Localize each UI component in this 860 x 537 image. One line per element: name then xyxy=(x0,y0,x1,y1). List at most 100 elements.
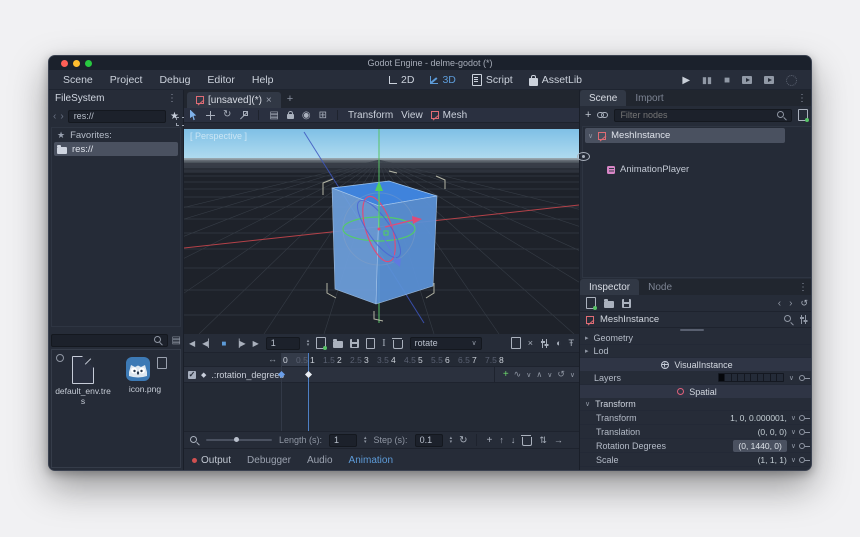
filter-properties-icon[interactable] xyxy=(784,315,793,324)
timeline-ruler[interactable]: ↔ 0 0.5 1 1.5 2 2.5 3 3.5 4 4.5 5 5.5 6 … xyxy=(184,353,579,367)
layers-grid-widget[interactable] xyxy=(717,373,784,382)
tab-audio[interactable]: Audio xyxy=(307,455,333,466)
nav-forward-button[interactable]: › xyxy=(60,111,63,122)
group-selected-button[interactable]: ◉ xyxy=(302,110,311,121)
interpolation-mode-button[interactable]: ∿ xyxy=(514,369,522,380)
workspace-3d-button[interactable]: 3D xyxy=(430,74,456,86)
move-track-up-button[interactable]: ↑ xyxy=(499,435,504,445)
stop-button[interactable]: ■ xyxy=(724,75,730,86)
workspace-2d-button[interactable]: 2D xyxy=(389,74,414,86)
list-select-button[interactable]: ▤ xyxy=(269,110,278,121)
anim-play-button[interactable]: ▶ xyxy=(253,339,259,348)
key-icon[interactable] xyxy=(799,442,810,449)
key-icon[interactable] xyxy=(799,414,810,421)
workspace-script-button[interactable]: Script xyxy=(471,74,513,86)
pin-panel-button[interactable]: Ŧ xyxy=(569,338,575,348)
workspace-assetlib-button[interactable]: AssetLib xyxy=(528,74,582,86)
pause-button[interactable]: ▮▮ xyxy=(702,75,712,86)
tab-scene[interactable]: Scene xyxy=(580,90,627,106)
file-list-view-toggle[interactable]: ▤ xyxy=(172,335,181,346)
animation-name-dropdown[interactable]: rotate ∨ xyxy=(409,336,482,350)
viewport-3d[interactable]: [ Perspective ] xyxy=(184,123,579,334)
scene-tab-unsaved[interactable]: [unsaved](*) × xyxy=(187,92,281,108)
loop-mode-button[interactable]: ↺ xyxy=(557,369,565,380)
menu-debug[interactable]: Debug xyxy=(159,74,190,86)
delete-animation-button[interactable] xyxy=(391,337,403,349)
section-transform[interactable]: ∨ Transform xyxy=(580,398,811,411)
value-dropdown[interactable]: ∨ xyxy=(791,456,796,464)
scene-dock-menu-button[interactable]: ⋮ xyxy=(797,93,807,104)
select-tool-button[interactable] xyxy=(190,109,197,121)
tab-node[interactable]: Node xyxy=(639,279,681,295)
lock-selected-button[interactable] xyxy=(286,110,294,120)
key-icon[interactable] xyxy=(799,456,810,463)
attach-script-button[interactable] xyxy=(798,109,809,122)
timeline-zoom-slider[interactable] xyxy=(206,437,272,442)
perspective-label[interactable]: [ Perspective ] xyxy=(190,131,247,141)
view-menu[interactable]: View xyxy=(401,110,423,121)
tab-output[interactable]: Output xyxy=(192,455,231,466)
anim-stop-button[interactable]: ■ xyxy=(221,339,226,348)
track-rotation-degrees[interactable]: ✓ ◆ .:rotation_degrees + ∿ ∨ ∧ ∨ ↺ ∨ xyxy=(184,367,579,383)
track-tools-button[interactable]: ⇅ xyxy=(539,435,547,446)
property-transform[interactable]: Transform 1, 0, 0.000001, ∨ xyxy=(580,411,811,425)
favorites-row[interactable]: ★ Favorites: xyxy=(52,128,180,142)
property-scale[interactable]: Scale (1, 1, 1) ∨ xyxy=(580,453,811,467)
remove-track-button[interactable] xyxy=(521,434,533,446)
tab-import[interactable]: Import xyxy=(626,90,672,106)
new-tab-button[interactable]: + xyxy=(287,93,293,105)
play-backwards-button[interactable]: ◀▏ xyxy=(202,339,214,348)
rotate-tool-button[interactable]: ↻ xyxy=(223,110,231,120)
value-dropdown[interactable]: ∨ xyxy=(791,442,796,450)
filesystem-menu-button[interactable]: ⋮ xyxy=(167,93,177,104)
wrap-mode-button[interactable]: ∧ xyxy=(536,370,542,379)
filter-nodes-input[interactable] xyxy=(614,108,792,122)
close-tab-icon[interactable]: × xyxy=(266,95,272,106)
transform-menu[interactable]: Transform xyxy=(348,110,393,121)
play-custom-scene-button[interactable] xyxy=(764,76,774,84)
load-animation-button[interactable] xyxy=(333,338,344,348)
step-field[interactable]: 0.1 xyxy=(414,433,443,447)
section-lod[interactable]: ▸ Lod xyxy=(580,345,811,358)
loop-dropdown[interactable]: ∨ xyxy=(570,371,575,379)
length-stepper[interactable]: ▴ ▾ xyxy=(364,436,367,445)
inspector-tools-icon[interactable] xyxy=(799,315,808,324)
loop-animation-button[interactable]: ↻ xyxy=(459,435,467,446)
playhead[interactable] xyxy=(308,353,309,431)
property-rotation-degrees[interactable]: Rotation Degrees (0, 1440, 0) ∨ xyxy=(580,439,811,453)
collapse-icon[interactable]: ∨ xyxy=(588,132,593,140)
menu-project[interactable]: Project xyxy=(110,74,143,86)
play-from-start-button[interactable]: ▕▶ xyxy=(233,339,245,348)
time-stepper[interactable]: ▴ ▾ xyxy=(307,339,310,348)
play-scene-button[interactable] xyxy=(742,76,752,84)
mesh-menu[interactable]: Mesh xyxy=(430,110,467,121)
file-icon-png[interactable]: icon.png xyxy=(116,356,174,394)
path-field[interactable] xyxy=(67,109,167,123)
menu-scene[interactable]: Scene xyxy=(63,74,93,86)
edit-track-button[interactable] xyxy=(510,337,521,349)
length-field[interactable]: 1 xyxy=(329,433,358,447)
instance-scene-button[interactable] xyxy=(597,111,609,119)
property-translation[interactable]: Translation (0, 0, 0) ∨ xyxy=(580,425,811,439)
save-resource-button[interactable] xyxy=(622,298,631,308)
interpolation-dropdown[interactable]: ∨ xyxy=(526,371,531,379)
track-enabled-checkbox[interactable]: ✓ xyxy=(188,370,196,379)
visibility-toggle[interactable] xyxy=(577,152,590,162)
onion-skinning-button[interactable]: ◐ xyxy=(556,338,561,348)
history-forward-button[interactable]: › xyxy=(789,298,792,309)
duplicate-animation-button[interactable] xyxy=(366,335,379,349)
new-resource-button[interactable] xyxy=(586,297,597,310)
wrap-dropdown[interactable]: ∨ xyxy=(547,371,552,379)
add-node-button[interactable]: + xyxy=(585,109,591,121)
key-icon[interactable] xyxy=(799,374,810,381)
snap-toggle-button[interactable]: ⊞ xyxy=(319,110,327,121)
tab-animation[interactable]: Animation xyxy=(349,455,393,466)
add-track-button[interactable]: + xyxy=(486,435,492,446)
play-backwards-from-end-button[interactable]: ◀ xyxy=(189,339,195,348)
anim-time-field[interactable]: 1 xyxy=(265,336,300,350)
track-filter-button[interactable] xyxy=(540,338,549,348)
menu-help[interactable]: Help xyxy=(252,74,274,86)
value-dropdown[interactable]: ∨ xyxy=(789,374,794,382)
filesystem-search-input[interactable] xyxy=(51,333,168,347)
goto-next-step-button[interactable]: → xyxy=(554,435,563,445)
